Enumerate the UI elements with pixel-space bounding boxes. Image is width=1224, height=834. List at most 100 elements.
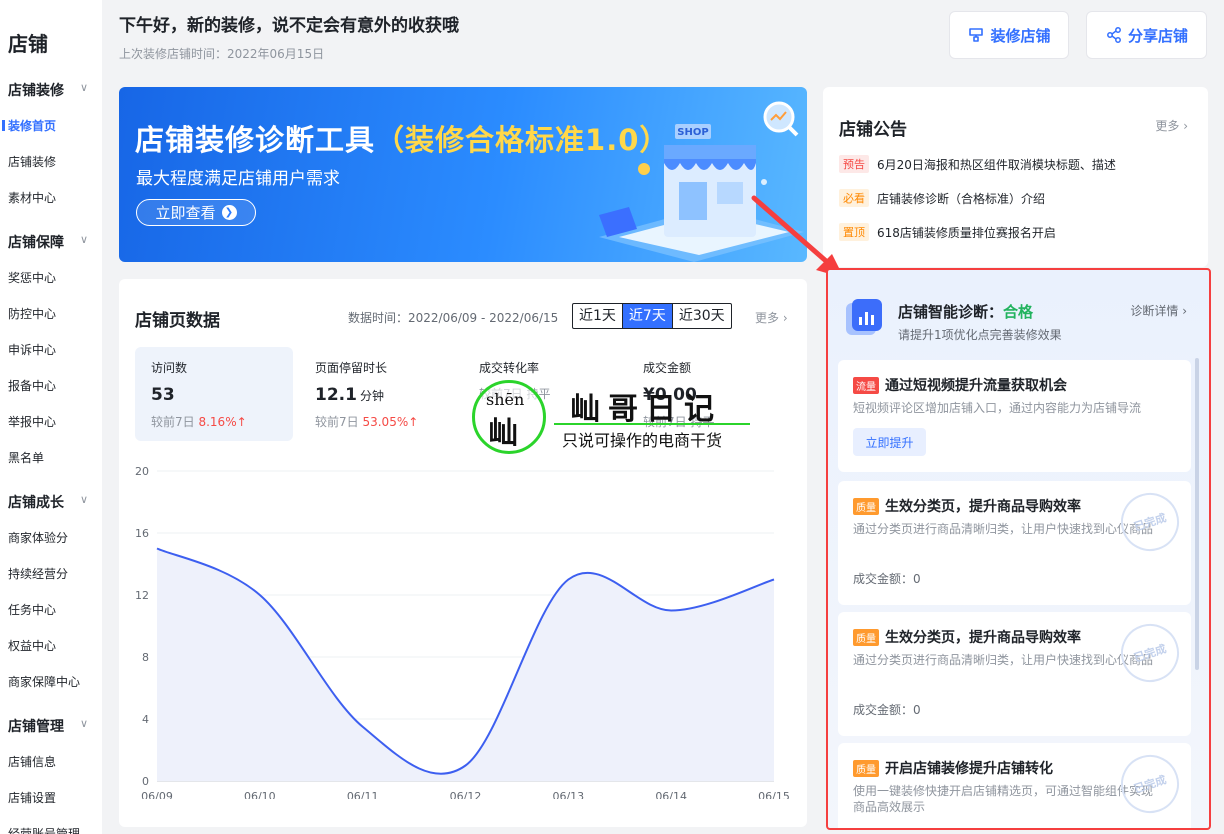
sidebar: 店铺 店铺装修 ∨ 装修首页 店铺装修 素材中心 店铺保障 ∨ 奖惩中心 防控中心 … (0, 0, 102, 834)
y-tick-label: 12 (135, 589, 149, 602)
metric-visits[interactable]: 访问数 53 较前7日 8.16%↑ (135, 347, 293, 441)
shop-page-data-card: 店铺页数据 数据时间：2022/06/09 - 2022/06/15 近1天 近… (119, 279, 807, 827)
sidebar-item-experience-score[interactable]: 商家体验分 (8, 529, 68, 546)
sidebar-item-account-management[interactable]: 经营账号管理 (8, 825, 80, 834)
sidebar-item-decoration-home[interactable]: 装修首页 (2, 117, 56, 134)
metric-label: 访问数 (151, 361, 188, 375)
notice-text: 618店铺装修质量排位赛报名开启 (877, 225, 1056, 240)
quality-tag: 质量 (853, 759, 879, 777)
diagnosis-task-card: 质量 生效分类页，提升商品导购效率 通过分类页进行商品清晰归类，让用户快速找到心仪… (838, 481, 1191, 605)
chevron-down-icon: ∨ (79, 717, 88, 730)
series-area (157, 548, 774, 781)
data-card-title: 店铺页数据 (135, 311, 220, 331)
completed-stamp: 已完成 (1113, 485, 1187, 559)
watermark-pinyin: shēn (486, 390, 525, 409)
quality-tag: 质量 (853, 628, 879, 646)
notice-text: 店铺装修诊断（合格标准）介绍 (877, 191, 1046, 206)
metric-label: 页面停留时长 (315, 361, 388, 375)
watermark: shēn 屾 屾哥日记 只说可操作的电商干货 (472, 378, 762, 458)
view-now-button[interactable]: 立即查看 ❯ (136, 199, 256, 226)
period-tab-7d[interactable]: 近7天 (621, 304, 672, 328)
sidebar-item-filing[interactable]: 报备中心 (8, 377, 56, 394)
x-tick-label: 06/14 (655, 790, 687, 799)
sidebar-item-shop-settings[interactable]: 店铺设置 (8, 789, 56, 806)
sidebar-item-blacklist[interactable]: 黑名单 (8, 449, 44, 466)
task-desc: 通过分类页进行商品清晰归类，让用户快速找到心仪商品 (853, 522, 1154, 536)
visits-trend-chart: 0 4 8 12 16 20 06/09 06/10 06/11 06/12 06/13 06/14 0… (135, 465, 790, 799)
chevron-down-icon: ∨ (79, 493, 88, 506)
y-tick-label: 20 (135, 465, 149, 478)
brush-icon (969, 28, 984, 42)
sidebar-item-risk-control[interactable]: 防控中心 (8, 305, 56, 322)
sidebar-item-material-center[interactable]: 素材中心 (8, 189, 56, 206)
sidebar-item-appeal[interactable]: 申诉中心 (8, 341, 56, 358)
announcement-item[interactable]: 必看 店铺装修诊断（合格标准）介绍 (839, 189, 1045, 207)
task-value: 成交金额：0 (853, 572, 921, 586)
banner-subtitle: 最大程度满足店铺用户需求 (136, 169, 340, 189)
sidebar-item-shop-decoration[interactable]: 店铺装修 (8, 153, 56, 170)
last-decoration-time: 上次装修店铺时间：2022年06月15日 (119, 47, 325, 61)
decorate-shop-button[interactable]: 装修店铺 (949, 11, 1069, 59)
sidebar-brand: 店铺 (8, 32, 48, 56)
sidebar-section-growth[interactable]: 店铺成长 ∨ (8, 492, 94, 512)
task-title: 开启店铺装修提升店铺转化 (885, 761, 1053, 777)
diagnosis-task-card: 流量 通过短视频提升流量获取机会 短视频评论区增加店铺入口，通过内容能力为店铺导流… (838, 360, 1191, 472)
sidebar-item-reward-penalty[interactable]: 奖惩中心 (8, 269, 56, 286)
diagnosis-subtitle: 请提升1项优化点完善装修效果 (898, 328, 1062, 342)
x-tick-label: 06/10 (244, 790, 276, 799)
arrow-right-icon: ❯ (221, 205, 237, 220)
x-tick-label: 06/15 (758, 790, 790, 799)
completed-stamp: 已完成 (1113, 616, 1187, 690)
x-tick-label: 06/13 (552, 790, 584, 799)
data-more-link[interactable]: 更多 › (755, 309, 788, 326)
task-title: 通过短视频提升流量获取机会 (885, 378, 1067, 394)
chevron-down-icon: ∨ (79, 233, 88, 246)
sidebar-item-rights-center[interactable]: 权益中心 (8, 637, 56, 654)
diagnosis-chart-icon (846, 299, 882, 335)
chevron-down-icon: ∨ (79, 81, 88, 94)
sidebar-item-shop-info[interactable]: 店铺信息 (8, 753, 56, 770)
data-range: 数据时间：2022/06/09 - 2022/06/15 (348, 311, 559, 325)
active-indicator (2, 120, 5, 131)
sidebar-section-decoration[interactable]: 店铺装修 ∨ (8, 80, 94, 100)
metric-value: 53 (151, 385, 175, 405)
share-shop-button[interactable]: 分享店铺 (1086, 11, 1207, 59)
watermark-slogan: 只说可操作的电商干货 (562, 431, 723, 450)
arrow-up-icon: ↑ (236, 415, 247, 429)
task-desc: 短视频评论区增加店铺入口，通过内容能力为店铺导流 (853, 401, 1142, 415)
diagnosis-title: 店铺智能诊断：合格 (898, 303, 1034, 321)
sidebar-item-report[interactable]: 举报中心 (8, 413, 56, 430)
metric-stay-duration[interactable]: 页面停留时长 12.1 分钟 较前7日 53.05%↑ (299, 347, 457, 441)
improve-now-button[interactable]: 立即提升 (853, 428, 926, 456)
sidebar-item-operation-score[interactable]: 持续经营分 (8, 565, 68, 582)
period-selector: 近1天 近7天 近30天 (572, 303, 732, 329)
metric-value: 12.1 分钟 (315, 385, 384, 405)
traffic-tag: 流量 (853, 376, 879, 394)
diagnosis-tool-banner[interactable]: 店铺装修诊断工具（装修合格标准1.0） 最大程度满足店铺用户需求 立即查看 ❯ S… (119, 87, 807, 262)
announcement-item[interactable]: 置顶 618店铺装修质量排位赛报名开启 (839, 223, 1056, 241)
sidebar-item-task-center[interactable]: 任务中心 (8, 601, 56, 618)
metric-label: 成交金额 (643, 361, 692, 375)
period-tab-1d[interactable]: 近1天 (573, 304, 622, 328)
watermark-underline (554, 423, 750, 425)
x-tick-label: 06/09 (141, 790, 173, 799)
sidebar-section-guarantee[interactable]: 店铺保障 ∨ (8, 232, 94, 252)
announcement-item[interactable]: 预告 6月20日海报和热区组件取消模块标题、描述 (839, 155, 1116, 173)
diagnosis-task-card: 质量 开启店铺装修提升店铺转化 使用一键装修快捷开启店铺精选页，可通过智能组件实现… (838, 743, 1191, 828)
task-title: 生效分类页，提升商品导购效率 (885, 499, 1081, 515)
diagnosis-detail-link[interactable]: 诊断详情 › (1130, 302, 1187, 319)
diagnosis-status: 合格 (1003, 303, 1034, 321)
notice-tag: 预告 (839, 155, 869, 173)
notice-text: 6月20日海报和热区组件取消模块标题、描述 (877, 157, 1116, 172)
page-greeting: 下午好，新的装修，说不定会有意外的收获哦 (119, 16, 459, 36)
arrow-up-icon: ↑ (408, 415, 419, 429)
y-tick-label: 4 (142, 713, 149, 726)
period-tab-30d[interactable]: 近30天 (671, 304, 731, 328)
metric-compare: 较前7日 53.05%↑ (315, 415, 419, 429)
sidebar-section-management[interactable]: 店铺管理 ∨ (8, 716, 94, 736)
sidebar-item-merchant-guarantee[interactable]: 商家保障中心 (8, 673, 80, 690)
chevron-right-icon: › (1183, 119, 1188, 133)
x-tick-label: 06/12 (450, 790, 482, 799)
scrollbar[interactable] (1195, 358, 1199, 670)
announcement-more-link[interactable]: 更多 › (1155, 117, 1188, 134)
